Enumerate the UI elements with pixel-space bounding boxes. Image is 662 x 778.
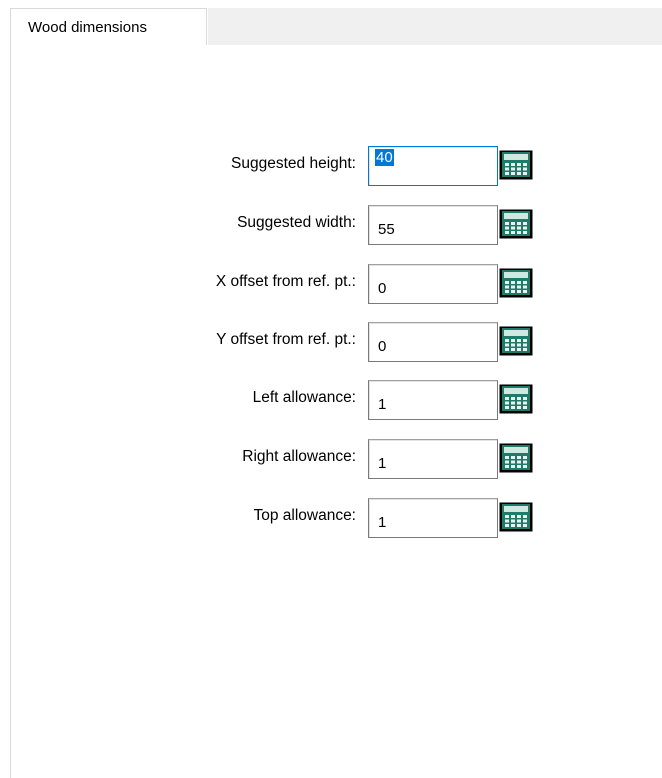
row-x-offset: X offset from ref. pt.: 0 [0,264,662,304]
calculator-icon[interactable] [499,209,533,239]
calculator-icon[interactable] [499,326,533,356]
row-left-allowance: Left allowance: 1 [0,380,662,420]
right-allowance-input[interactable]: 1 [368,439,498,479]
y-offset-value: 0 [378,338,387,355]
left-allowance-input[interactable]: 1 [368,380,498,420]
suggested-height-value: 40 [375,149,394,166]
calculator-icon[interactable] [499,502,533,532]
left-allowance-value: 1 [378,396,387,413]
tab-strip: Wood dimensions [10,8,662,46]
suggested-height-input[interactable]: 40 [368,146,498,186]
tab-strip-background [208,8,662,46]
row-top-allowance: Top allowance: 1 [0,498,662,538]
y-offset-input[interactable]: 0 [368,322,498,362]
calculator-icon[interactable] [499,443,533,473]
suggested-width-label: Suggested width: [237,214,356,231]
top-allowance-value: 1 [378,514,387,531]
row-right-allowance: Right allowance: 1 [0,439,662,479]
tab-wood-dimensions[interactable]: Wood dimensions [10,8,207,46]
x-offset-value: 0 [378,280,387,297]
right-allowance-label: Right allowance: [242,448,356,465]
top-allowance-input[interactable]: 1 [368,498,498,538]
x-offset-label: X offset from ref. pt.: [215,273,356,290]
x-offset-input[interactable]: 0 [368,264,498,304]
row-suggested-width: Suggested width: 55 [0,205,662,245]
calculator-icon[interactable] [499,384,533,414]
suggested-height-label: Suggested height: [231,155,356,172]
calculator-icon[interactable] [499,268,533,298]
calculator-icon[interactable] [499,150,533,180]
left-allowance-label: Left allowance: [252,389,356,406]
top-allowance-label: Top allowance: [253,507,356,524]
y-offset-label: Y offset from ref. pt.: [216,331,356,348]
tab-label: Wood dimensions [28,19,147,36]
suggested-width-value: 55 [378,221,395,238]
right-allowance-value: 1 [378,455,387,472]
suggested-width-input[interactable]: 55 [368,205,498,245]
row-suggested-height: Suggested height: 40 [0,146,662,186]
row-y-offset: Y offset from ref. pt.: 0 [0,322,662,362]
